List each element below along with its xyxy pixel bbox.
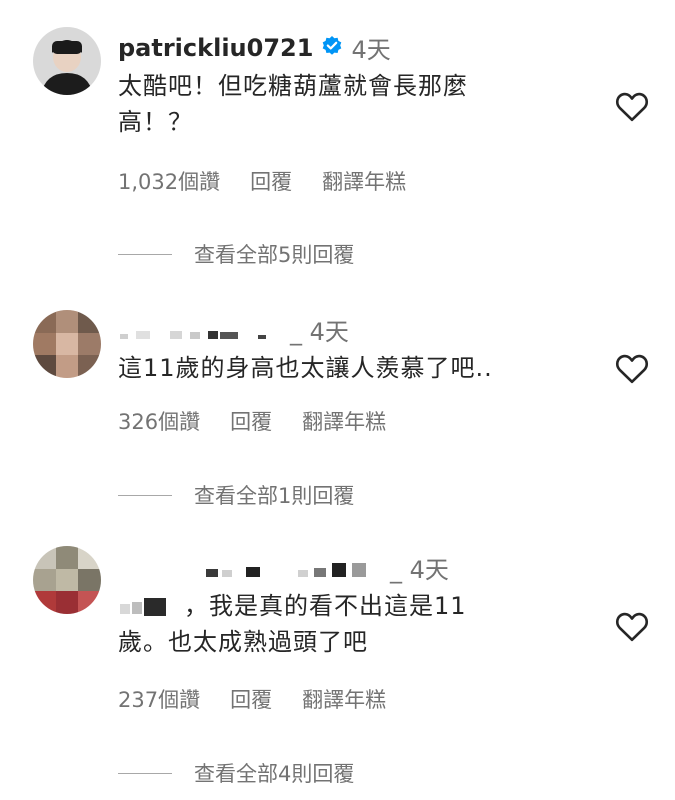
comment-text-line: 歲。也太成熟過頭了吧 [118,628,368,656]
comment-actions: 237個讚 回覆 翻譯年糕 [118,684,416,714]
view-replies-label: 查看全部5則回覆 [194,243,355,267]
like-count[interactable]: 326個讚 [118,406,200,436]
timestamp[interactable]: _ 4天 [390,550,449,585]
translate-button[interactable]: 翻譯年糕 [322,166,406,196]
comment-text-content: ，我是真的看不出這是11 [184,592,467,620]
translate-button[interactable]: 翻譯年糕 [302,406,386,436]
view-replies-button[interactable]: 查看全部1則回覆 [118,480,354,510]
redacted-mention [118,594,184,620]
view-replies-label: 查看全部4則回覆 [194,762,355,786]
heart-outline-icon[interactable] [614,352,650,384]
timestamp[interactable]: _ 4天 [290,312,349,347]
comment-header: patrickliu0721 4天 [118,30,391,65]
username[interactable]: patrickliu0721 [118,34,313,62]
comment-text: ，我是真的看不出這是11 歲。也太成熟過頭了吧 [118,588,588,660]
view-replies-label: 查看全部1則回覆 [194,484,355,508]
view-replies-button[interactable]: 查看全部5則回覆 [118,239,354,269]
divider [118,253,172,255]
comment-text-line: 高！？ [118,108,193,136]
timestamp[interactable]: 4天 [351,30,390,65]
username[interactable] [118,559,388,577]
reply-button[interactable]: 回覆 [250,166,292,196]
comment-text: 這11歲的身高也太讓人羨慕了吧.. [118,350,588,386]
comment-header: _ 4天 [118,550,449,585]
like-count[interactable]: 237個讚 [118,684,200,714]
divider [118,772,172,774]
comment-actions: 326個讚 回覆 翻譯年糕 [118,406,416,436]
avatar[interactable] [33,546,101,614]
comment-text-line: 太酷吧！但吃糖葫蘆就會長那麼 [118,72,468,100]
reply-button[interactable]: 回覆 [230,684,272,714]
username[interactable] [118,321,288,339]
heart-outline-icon[interactable] [614,610,650,642]
comment-text-line: ，我是真的看不出這是11 [118,588,588,624]
comment-actions: 1,032個讚 回覆 翻譯年糕 [118,166,436,196]
comment-text: 太酷吧！但吃糖葫蘆就會長那麼 高！？ [118,68,588,140]
reply-button[interactable]: 回覆 [230,406,272,436]
comment-header: _ 4天 [118,312,349,347]
divider [118,494,172,496]
heart-outline-icon[interactable] [614,90,650,122]
like-count[interactable]: 1,032個讚 [118,166,220,196]
avatar[interactable] [33,27,101,95]
avatar[interactable] [33,310,101,378]
verified-badge-icon [321,35,343,61]
view-replies-button[interactable]: 查看全部4則回覆 [118,758,354,788]
translate-button[interactable]: 翻譯年糕 [302,684,386,714]
comment-text-line: 這11歲的身高也太讓人羨慕了吧.. [118,354,493,382]
